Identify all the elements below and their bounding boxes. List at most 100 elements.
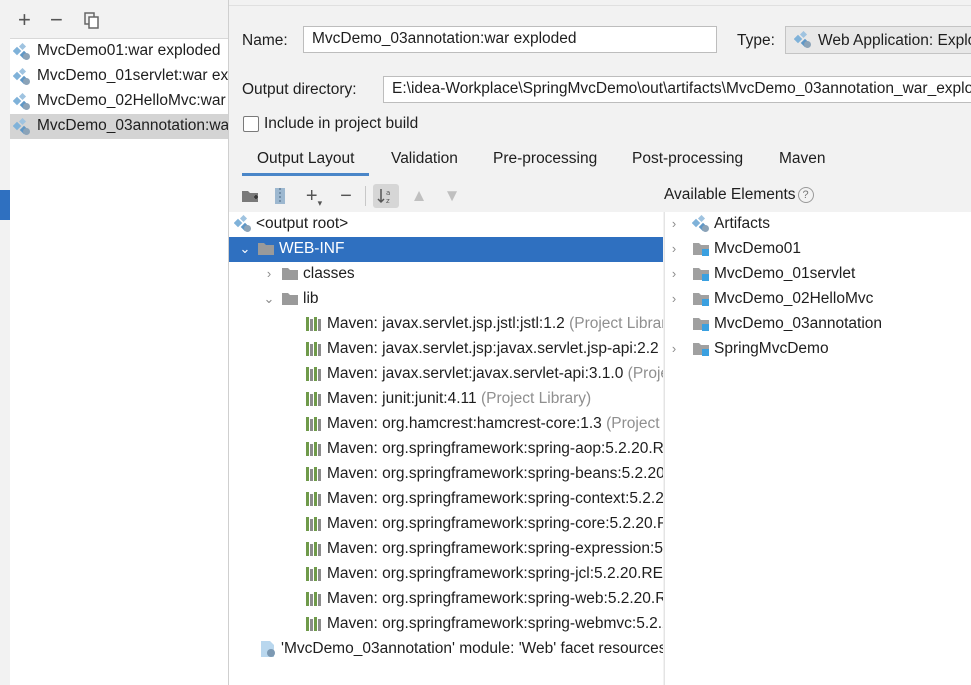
tree-row-text: Maven: junit:junit:4.11 xyxy=(327,390,477,407)
chevron-right-icon[interactable]: › xyxy=(668,266,680,281)
library-icon xyxy=(305,440,323,458)
tree-row-label: 'MvcDemo_03annotation' module: 'Web' fac… xyxy=(281,640,663,658)
available-elements-label: Available Elements xyxy=(664,186,796,203)
output-layout-toolbar: +▾ − az ▲ ▼ xyxy=(229,180,663,212)
web-app-icon xyxy=(691,214,710,233)
tree-row[interactable]: Maven: org.springframework:spring-jcl:5.… xyxy=(229,562,663,587)
type-select[interactable]: Web Application: Exploded xyxy=(785,26,971,54)
artifact-list-item[interactable]: MvcDemo_02HelloMvc:war exploded xyxy=(10,89,229,114)
tree-row-text: classes xyxy=(303,265,355,282)
sort-elements-icon[interactable]: az xyxy=(373,184,399,208)
create-directory-icon[interactable] xyxy=(237,184,263,208)
tab-output-layout[interactable]: Output Layout xyxy=(242,150,370,176)
available-element-row[interactable]: › MvcDemo_01servlet xyxy=(665,262,971,287)
artifact-list-item[interactable]: MvcDemo_03annotation:war exploded xyxy=(10,114,229,139)
available-element-label: MvcDemo_01servlet xyxy=(714,265,856,282)
tree-row-text: Maven: javax.servlet.jsp.jstl:jstl:1.2 xyxy=(327,315,565,332)
tree-row[interactable]: Maven: org.springframework:spring-aop:5.… xyxy=(229,437,663,462)
copy-artifact-icon[interactable] xyxy=(84,12,100,29)
tree-row-label: Maven: org.springframework:spring-webmvc… xyxy=(327,615,663,633)
output-directory-field[interactable]: E:\idea-Workplace\SpringMvcDemo\out\arti… xyxy=(383,76,971,103)
tree-row[interactable]: Maven: org.hamcrest:hamcrest-core:1.3 (P… xyxy=(229,412,663,437)
tree-row-text: Maven: org.springframework:spring-core:5… xyxy=(327,515,663,532)
tree-row-text: Maven: org.springframework:spring-jcl:5.… xyxy=(327,565,663,582)
help-icon[interactable]: ? xyxy=(797,187,814,203)
library-icon xyxy=(305,315,323,333)
tab-pre-processing[interactable]: Pre-processing xyxy=(493,150,597,173)
add-artifact-icon[interactable]: + xyxy=(18,7,31,33)
remove-element-icon[interactable]: − xyxy=(333,184,359,208)
artifact-list-item[interactable]: MvcDemo_01servlet:war exploded xyxy=(10,64,229,89)
chevron-right-icon[interactable]: › xyxy=(668,216,680,231)
type-label: Type: xyxy=(737,32,775,49)
available-element-row[interactable]: MvcDemo_03annotation xyxy=(665,312,971,337)
move-up-icon[interactable]: ▲ xyxy=(406,184,432,208)
include-in-build-checkbox[interactable] xyxy=(243,116,259,132)
library-icon xyxy=(305,415,323,433)
folder-icon xyxy=(257,240,275,258)
name-label: Name: xyxy=(242,32,288,49)
web-app-icon xyxy=(12,42,31,61)
tree-row-text: Maven: org.springframework:spring-web:5.… xyxy=(327,590,663,607)
tree-row-text: <output root> xyxy=(256,215,349,232)
name-field[interactable]: MvcDemo_03annotation:war exploded xyxy=(303,26,717,53)
chevron-down-icon[interactable]: ⌄ xyxy=(263,291,275,307)
tree-row-text: Maven: org.springframework:spring-webmvc… xyxy=(327,615,663,632)
tree-row[interactable]: Maven: junit:junit:4.11 (Project Library… xyxy=(229,387,663,412)
tree-row[interactable]: ⌄ lib xyxy=(229,287,663,312)
tree-row-label: Maven: javax.servlet:javax.servlet-api:3… xyxy=(327,365,663,383)
chevron-right-icon[interactable]: › xyxy=(668,291,680,306)
available-element-row[interactable]: › Artifacts xyxy=(665,212,971,237)
chevron-right-icon[interactable]: › xyxy=(668,341,680,356)
tree-row-label: Maven: javax.servlet.jsp:javax.servlet.j… xyxy=(327,340,663,358)
library-icon xyxy=(305,365,323,383)
create-archive-icon[interactable] xyxy=(267,184,293,208)
folder-icon xyxy=(281,290,299,308)
tree-row[interactable]: <output root> xyxy=(229,212,663,237)
tree-row[interactable]: Maven: org.springframework:spring-webmvc… xyxy=(229,612,663,637)
tree-row[interactable]: Maven: javax.servlet.jsp:javax.servlet.j… xyxy=(229,337,663,362)
tree-row-label: classes xyxy=(303,265,355,283)
tree-row-label: Maven: org.springframework:spring-contex… xyxy=(327,490,663,508)
tree-row-text: Maven: org.springframework:spring-expres… xyxy=(327,540,663,557)
chevron-down-icon[interactable]: ⌄ xyxy=(239,241,251,257)
tree-row-text: Maven: org.springframework:spring-aop:5.… xyxy=(327,440,663,457)
tree-row-text: 'MvcDemo_03annotation' module: 'Web' fac… xyxy=(281,640,663,657)
chevron-right-icon[interactable]: › xyxy=(263,266,275,281)
tree-row[interactable]: › classes xyxy=(229,262,663,287)
toolbar-separator xyxy=(365,186,366,206)
tree-row-text: Maven: org.springframework:spring-beans:… xyxy=(327,465,663,482)
library-icon xyxy=(305,565,323,583)
tree-row-selected[interactable]: ⌄ WEB-INF xyxy=(229,237,663,262)
tab-validation[interactable]: Validation xyxy=(391,150,458,173)
tree-row-label: Maven: org.springframework:spring-core:5… xyxy=(327,515,663,533)
add-element-icon[interactable]: +▾ xyxy=(301,184,327,208)
library-icon xyxy=(305,540,323,558)
chevron-right-icon[interactable]: › xyxy=(668,241,680,256)
web-app-icon xyxy=(793,30,812,49)
remove-artifact-icon[interactable]: − xyxy=(50,7,63,33)
tree-row[interactable]: Maven: javax.servlet:javax.servlet-api:3… xyxy=(229,362,663,387)
tab-maven[interactable]: Maven xyxy=(779,150,826,173)
include-in-build-label[interactable]: Include in project build xyxy=(264,115,418,133)
available-element-row[interactable]: › MvcDemo01 xyxy=(665,237,971,262)
available-element-row[interactable]: › MvcDemo_02HelloMvc xyxy=(665,287,971,312)
tree-row-text: Maven: javax.servlet.jsp:javax.servlet.j… xyxy=(327,340,659,357)
tree-row-text: Maven: org.hamcrest:hamcrest-core:1.3 xyxy=(327,415,602,432)
tree-row-label: Maven: org.springframework:spring-jcl:5.… xyxy=(327,565,663,583)
web-app-icon xyxy=(233,214,252,233)
tree-row[interactable]: Maven: javax.servlet.jsp.jstl:jstl:1.2 (… xyxy=(229,312,663,337)
tree-row[interactable]: Maven: org.springframework:spring-web:5.… xyxy=(229,587,663,612)
tab-post-processing[interactable]: Post-processing xyxy=(632,150,743,173)
tree-row[interactable]: Maven: org.springframework:spring-expres… xyxy=(229,537,663,562)
artifact-list-item-label: MvcDemo_03annotation:war exploded xyxy=(37,117,229,134)
available-element-row[interactable]: › SpringMvcDemo xyxy=(665,337,971,362)
web-app-icon xyxy=(12,92,31,111)
tree-row[interactable]: 'MvcDemo_03annotation' module: 'Web' fac… xyxy=(229,637,663,662)
tree-row[interactable]: Maven: org.springframework:spring-core:5… xyxy=(229,512,663,537)
tree-row[interactable]: Maven: org.springframework:spring-beans:… xyxy=(229,462,663,487)
artifact-list-item[interactable]: MvcDemo01:war exploded xyxy=(10,39,229,64)
tree-row-label: <output root> xyxy=(256,215,348,233)
move-down-icon[interactable]: ▼ xyxy=(439,184,465,208)
tree-row[interactable]: Maven: org.springframework:spring-contex… xyxy=(229,487,663,512)
